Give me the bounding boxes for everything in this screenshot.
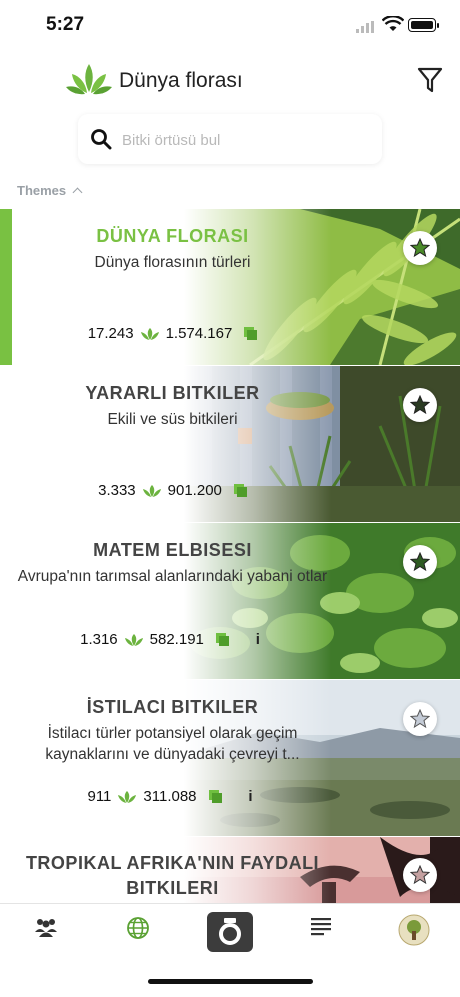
- tab-community[interactable]: [26, 916, 66, 946]
- status-time: 5:27: [46, 14, 85, 35]
- cellular-signal-icon: [356, 21, 374, 33]
- card-title: MATEM ELBISESI: [93, 540, 252, 560]
- chevron-up-icon: [72, 187, 83, 198]
- star-outline-icon: [410, 865, 430, 885]
- photo-count: 901.200: [167, 482, 222, 499]
- card-title: YARARLI BITKILER: [85, 383, 260, 403]
- star-filled-icon: [410, 238, 430, 258]
- photo-count: 311.088: [143, 788, 197, 805]
- species-count: 911: [87, 788, 112, 805]
- tab-globe[interactable]: [118, 916, 158, 946]
- search-bar[interactable]: [78, 114, 382, 166]
- photos-icon: [208, 790, 222, 803]
- theme-card-world-flora[interactable]: DÜNYA FLORASI Dünya florasının türleri 1…: [0, 209, 460, 365]
- card-description: Dünya florasının türleri: [94, 254, 251, 271]
- card-stats: 17.243 1.574.167: [0, 325, 345, 342]
- tab-list[interactable]: [301, 916, 341, 946]
- species-count: 3.333: [98, 482, 136, 499]
- info-icon[interactable]: i: [244, 788, 258, 805]
- card-description: Ekili ve süs bitkileri: [107, 411, 238, 428]
- photos-icon: [244, 327, 258, 340]
- search-icon: [91, 129, 112, 150]
- search-input[interactable]: [120, 114, 374, 166]
- favorite-button[interactable]: [403, 702, 437, 736]
- theme-card-invasive-plants[interactable]: İSTILACI BITKILER İstilacı türler potans…: [0, 680, 460, 836]
- star-filled-icon: [410, 395, 430, 415]
- themes-label: Themes: [17, 183, 67, 198]
- profile-avatar: [398, 914, 430, 946]
- photos-icon: [215, 633, 229, 646]
- star-outline-icon: [410, 709, 430, 729]
- card-stats: 911 311.088 i: [0, 788, 345, 805]
- status-bar: 5:27: [0, 0, 460, 50]
- tab-profile[interactable]: [394, 914, 434, 946]
- globe-icon: [127, 917, 149, 939]
- camera-button[interactable]: [207, 912, 253, 952]
- photos-icon: [233, 484, 247, 497]
- card-title: İSTILACI BITKILER: [86, 697, 259, 717]
- favorite-button[interactable]: [403, 231, 437, 265]
- leaf-icon: [118, 790, 137, 803]
- leaf-icon: [140, 327, 159, 340]
- info-icon[interactable]: i: [251, 631, 265, 648]
- card-stats: 3.333 901.200: [0, 482, 345, 499]
- page-title: Dünya florası: [119, 69, 243, 92]
- wifi-icon: [382, 16, 404, 31]
- species-count: 17.243: [87, 325, 134, 342]
- species-count: 1.316: [80, 631, 118, 648]
- camera-icon: [219, 918, 241, 945]
- card-description: İstilacı türler potansiyel olarak geçim …: [45, 725, 300, 763]
- photo-count: 582.191: [149, 631, 204, 648]
- card-title: DÜNYA FLORASI: [96, 226, 249, 246]
- favorite-button[interactable]: [403, 388, 437, 422]
- card-description: Avrupa'nın tarımsal alanlarındaki yabani…: [17, 568, 328, 585]
- theme-card-weeds[interactable]: MATEM ELBISESI Avrupa'nın tarımsal alanl…: [0, 523, 460, 679]
- favorite-button[interactable]: [403, 545, 437, 579]
- star-filled-icon: [410, 552, 430, 572]
- plant-logo-icon: [66, 64, 112, 95]
- community-icon: [35, 919, 57, 937]
- list-icon: [311, 918, 331, 936]
- leaf-icon: [124, 633, 143, 646]
- app-header: Dünya florası: [0, 58, 460, 104]
- themes-section-toggle[interactable]: Themes: [17, 183, 83, 198]
- card-title: TROPIKAL AFRIKA'NIN FAYDALI BITKILERI: [25, 853, 320, 898]
- photo-count: 1.574.167: [165, 325, 233, 342]
- home-indicator: [148, 979, 313, 984]
- card-stats: 1.316 582.191 i: [0, 631, 345, 648]
- theme-card-useful-plants[interactable]: YARARLI BITKILER Ekili ve süs bitkileri …: [0, 366, 460, 522]
- battery-icon: [408, 18, 439, 32]
- favorite-button[interactable]: [403, 858, 437, 892]
- leaf-icon: [142, 484, 161, 497]
- filter-icon[interactable]: [417, 66, 443, 94]
